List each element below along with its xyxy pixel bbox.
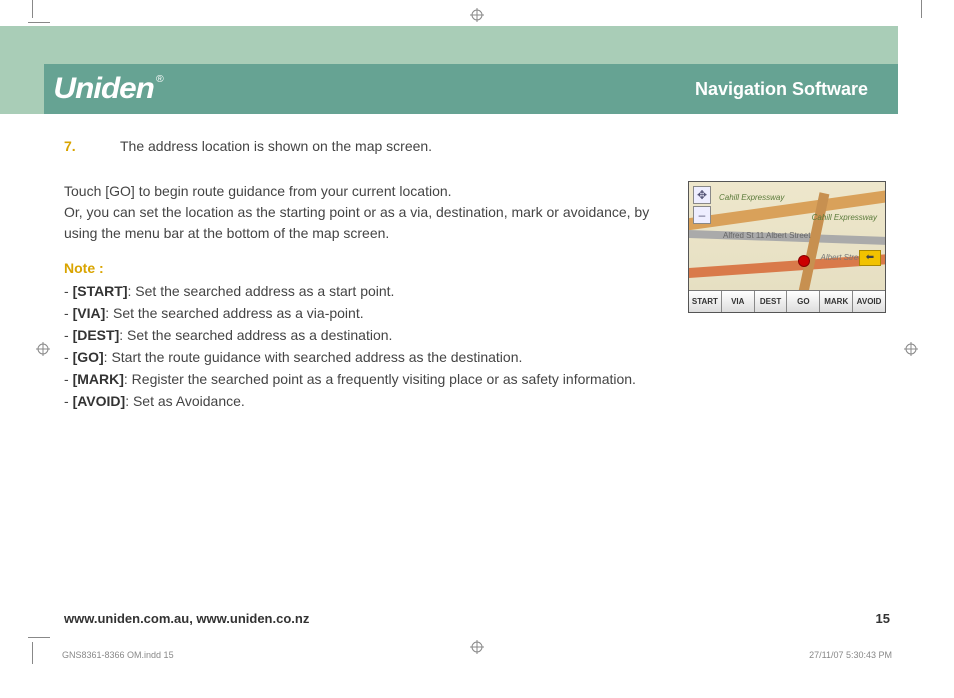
map-road-label: Alfred St 11 Albert Street: [723, 230, 810, 242]
note-list: - [START]: Set the searched address as a…: [64, 281, 668, 412]
header-banner: Uniden ® Navigation Software: [0, 26, 898, 114]
note-item: - [START]: Set the searched address as a…: [64, 281, 668, 302]
map-toolbar-button: AVOID: [853, 291, 885, 312]
map-toolbar: START VIA DEST GO MARK AVOID: [689, 290, 885, 312]
paragraph: Touch [GO] to begin route guidance from …: [64, 181, 668, 202]
map-screenshot: Cahill Expressway Cahill Expressway Albe…: [688, 181, 886, 313]
section-title: Navigation Software: [695, 79, 868, 100]
registration-mark-icon: [470, 640, 484, 654]
page-number: 15: [876, 611, 890, 626]
map-toolbar-button: VIA: [722, 291, 755, 312]
brand-logo: Uniden ®: [53, 72, 162, 106]
print-timestamp: 27/11/07 5:30:43 PM: [809, 650, 892, 660]
registration-mark-icon: [36, 342, 50, 356]
map-toolbar-button: GO: [787, 291, 820, 312]
registration-mark-icon: [470, 8, 484, 22]
footer-urls: www.uniden.com.au, www.uniden.co.nz: [64, 611, 309, 626]
map-location-pin-icon: [799, 256, 809, 266]
page-footer: www.uniden.com.au, www.uniden.co.nz 15: [64, 611, 890, 626]
step-row: 7. The address location is shown on the …: [64, 136, 890, 157]
note-label: Note :: [64, 258, 668, 279]
body-text: Touch [GO] to begin route guidance from …: [64, 181, 668, 413]
map-road-label: Cahill Expressway: [719, 192, 784, 204]
zoom-out-icon: –: [693, 206, 711, 224]
note-item: - [DEST]: Set the searched address as a …: [64, 325, 668, 346]
brand-text: Uniden: [53, 72, 153, 106]
map-road: [688, 185, 886, 232]
back-arrow-icon: ⬅: [859, 250, 881, 266]
map-road-label: Cahill Expressway: [812, 212, 877, 224]
map-canvas: Cahill Expressway Cahill Expressway Albe…: [689, 182, 885, 290]
note-item: - [AVOID]: Set as Avoidance.: [64, 391, 668, 412]
map-toolbar-button: DEST: [755, 291, 788, 312]
map-toolbar-button: MARK: [820, 291, 853, 312]
step-number: 7.: [64, 136, 82, 157]
content-area: 7. The address location is shown on the …: [56, 114, 898, 413]
header-bar: Uniden ® Navigation Software: [44, 64, 898, 114]
map-toolbar-button: START: [689, 291, 722, 312]
paragraph: Or, you can set the location as the star…: [64, 202, 668, 244]
registration-mark-icon: [904, 342, 918, 356]
step-text: The address location is shown on the map…: [120, 136, 432, 157]
registered-mark-icon: ®: [156, 74, 163, 85]
body-row: Touch [GO] to begin route guidance from …: [64, 181, 890, 413]
note-item: - [VIA]: Set the searched address as a v…: [64, 303, 668, 324]
zoom-in-icon: ✥: [693, 186, 711, 204]
print-file: GNS8361-8366 OM.indd 15: [62, 650, 174, 660]
note-item: - [MARK]: Register the searched point as…: [64, 369, 668, 390]
note-item: - [GO]: Start the route guidance with se…: [64, 347, 668, 368]
page: Uniden ® Navigation Software 7. The addr…: [56, 26, 898, 638]
